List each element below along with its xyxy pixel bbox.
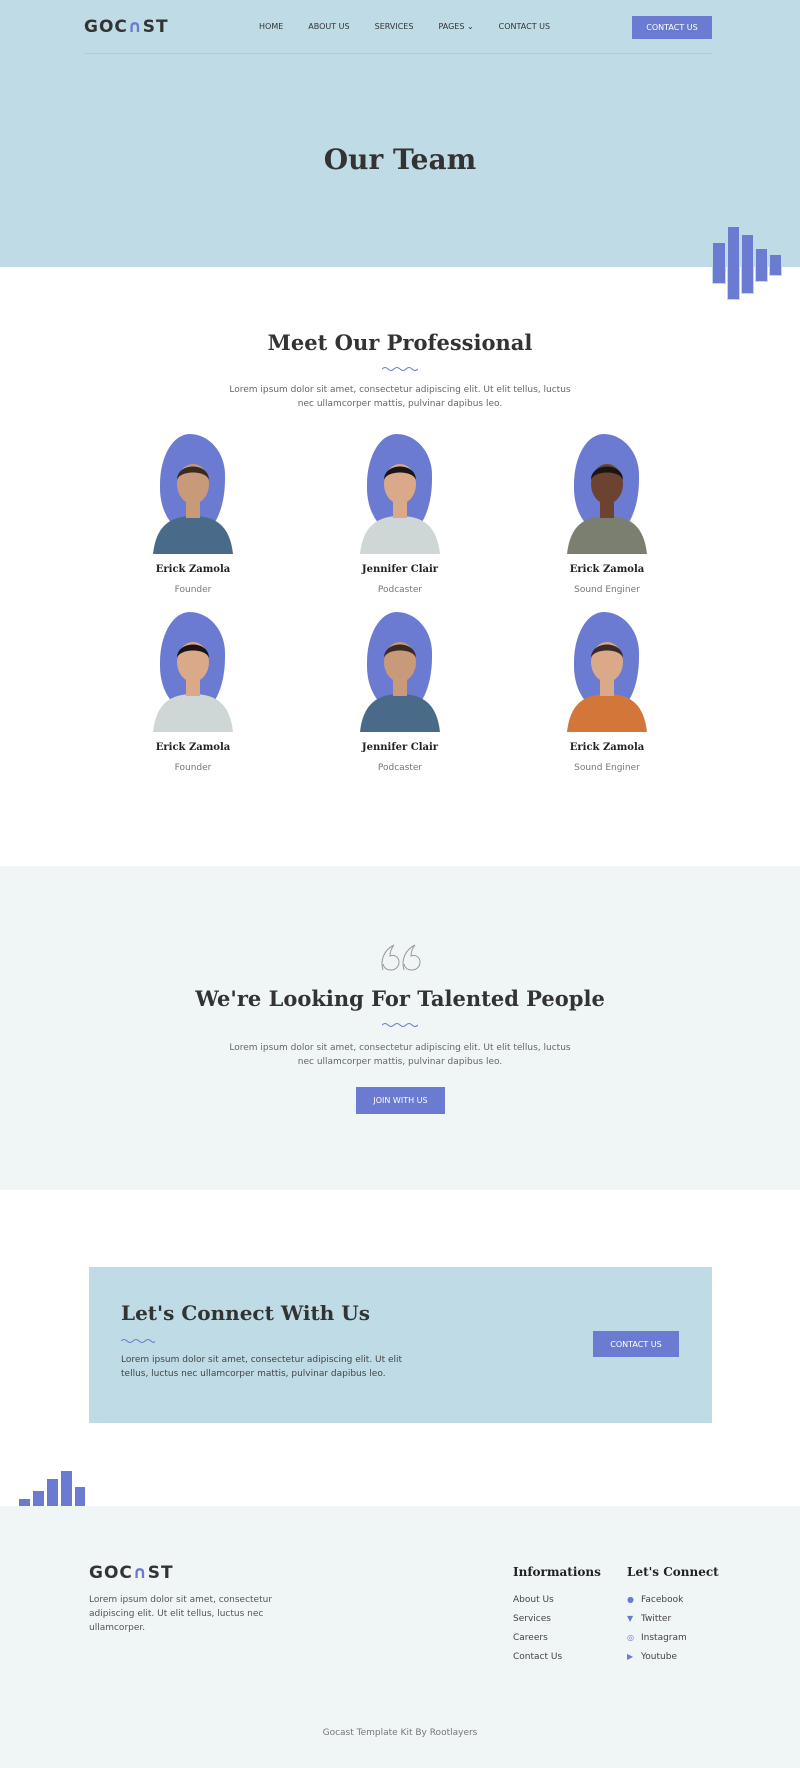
wave-divider	[382, 367, 418, 371]
connect-col-title: Let's Connect	[627, 1565, 719, 1579]
member-photo	[552, 434, 662, 554]
wave-divider	[121, 1339, 155, 1343]
footer-credit: Gocast Template Kit By Rootlayers	[322, 1728, 478, 1738]
connect-text-line1: Lorem ipsum dolor sit amet, consectetur …	[121, 1355, 403, 1365]
menu-contact[interactable]: CONTACT US	[499, 22, 550, 31]
talent-section: We're Looking For Talented People Lorem …	[0, 866, 800, 1190]
member-role: Sound Enginer	[574, 763, 640, 773]
footer-logo[interactable]: GOC∩ST	[89, 1563, 174, 1583]
connect-banner: Let's Connect With Us Lorem ipsum dolor …	[89, 1267, 712, 1423]
person-avatar	[360, 642, 440, 732]
team-member-card: Jennifer Clair Podcaster	[305, 612, 495, 773]
member-name: Jennifer Clair	[361, 564, 439, 575]
connect-title: Let's Connect With Us	[121, 1301, 370, 1325]
page-title: Our Team	[323, 143, 477, 176]
person-avatar	[153, 464, 233, 554]
talent-text-line1: Lorem ipsum dolor sit amet, consectetur …	[229, 1043, 571, 1053]
person-avatar	[153, 642, 233, 732]
logo[interactable]: GOC∩ST	[84, 17, 169, 37]
social-youtube[interactable]: ▶ Youtube	[627, 1652, 677, 1662]
footer-about-line2: adipiscing elit. Ut elit tellus, luctus …	[89, 1609, 264, 1619]
chevron-down-icon: ⌄	[466, 22, 474, 31]
menu-services[interactable]: SERVICES	[375, 22, 414, 31]
member-name: Erick Zamola	[155, 742, 231, 753]
footer-link-about[interactable]: About Us	[513, 1595, 554, 1605]
menu-pages-label: PAGES	[438, 22, 465, 31]
member-name: Erick Zamola	[569, 564, 645, 575]
team-title: Meet Our Professional	[267, 330, 533, 355]
social-facebook[interactable]: ● Facebook	[627, 1595, 683, 1605]
team-member-card: Erick Zamola Sound Enginer	[512, 612, 702, 773]
footer-link-careers[interactable]: Careers	[513, 1633, 548, 1643]
sound-bars-decoration	[712, 226, 782, 300]
team-member-card: Erick Zamola Founder	[98, 612, 288, 773]
team-text-line1: Lorem ipsum dolor sit amet, consectetur …	[229, 385, 571, 395]
team-member-card: Jennifer Clair Podcaster	[305, 434, 495, 595]
person-avatar	[567, 464, 647, 554]
footer-about-line3: ullamcorper.	[89, 1623, 146, 1633]
twitter-icon: ▼	[627, 1614, 634, 1623]
wave-divider	[382, 1023, 418, 1027]
member-role: Founder	[174, 763, 212, 773]
talent-title: We're Looking For Talented People	[195, 986, 605, 1011]
youtube-icon: ▶	[627, 1652, 634, 1661]
social-instagram[interactable]: ◎ Instagram	[627, 1633, 687, 1643]
quote-icon	[381, 944, 421, 971]
member-photo	[552, 612, 662, 732]
member-photo	[345, 434, 455, 554]
member-photo	[138, 612, 248, 732]
social-label: Youtube	[641, 1652, 677, 1662]
member-role: Podcaster	[377, 585, 423, 595]
team-member-card: Erick Zamola Sound Enginer	[512, 434, 702, 595]
hero-section: GOC∩ST HOME ABOUT US SERVICES PAGES ⌄ CO…	[0, 0, 800, 267]
social-twitter[interactable]: ▼ Twitter	[627, 1614, 671, 1624]
member-name: Erick Zamola	[569, 742, 645, 753]
connect-contact-button[interactable]: CONTACT US	[593, 1331, 679, 1357]
instagram-icon: ◎	[627, 1633, 634, 1642]
footer-about-line1: Lorem ipsum dolor sit amet, consectetur	[89, 1595, 273, 1605]
contact-us-button[interactable]: CONTACT US	[632, 16, 712, 39]
social-label: Twitter	[641, 1614, 672, 1624]
person-avatar	[360, 464, 440, 554]
join-with-us-button[interactable]: JOIN WITH US	[356, 1087, 445, 1114]
menu-about[interactable]: ABOUT US	[308, 22, 349, 31]
footer-link-contact[interactable]: Contact Us	[513, 1652, 562, 1662]
menu-pages[interactable]: PAGES ⌄	[438, 22, 473, 31]
member-role: Sound Enginer	[574, 585, 640, 595]
top-nav: GOC∩ST HOME ABOUT US SERVICES PAGES ⌄ CO…	[84, 0, 712, 54]
social-label: Instagram	[641, 1633, 687, 1643]
talent-text-line2: nec ullamcorper mattis, pulvinar dapibus…	[297, 1057, 503, 1067]
member-photo	[345, 612, 455, 732]
info-title: Informations	[513, 1565, 601, 1579]
member-role: Podcaster	[377, 763, 423, 773]
main-menu: HOME ABOUT US SERVICES PAGES ⌄ CONTACT U…	[259, 22, 575, 31]
footer-link-services[interactable]: Services	[513, 1614, 551, 1624]
facebook-icon: ●	[627, 1595, 634, 1604]
member-role: Founder	[174, 585, 212, 595]
menu-home[interactable]: HOME	[259, 22, 283, 31]
social-label: Facebook	[641, 1595, 684, 1605]
member-name: Jennifer Clair	[361, 742, 439, 753]
team-member-card: Erick Zamola Founder	[98, 434, 288, 595]
person-avatar	[567, 642, 647, 732]
connect-text-line2: tellus, luctus nec ullamcorper mattis, p…	[121, 1369, 386, 1379]
member-photo	[138, 434, 248, 554]
team-text-line2: nec ullamcorper mattis, pulvinar dapibus…	[297, 399, 503, 409]
footer: GOC∩ST Lorem ipsum dolor sit amet, conse…	[0, 1506, 800, 1768]
member-name: Erick Zamola	[155, 564, 231, 575]
